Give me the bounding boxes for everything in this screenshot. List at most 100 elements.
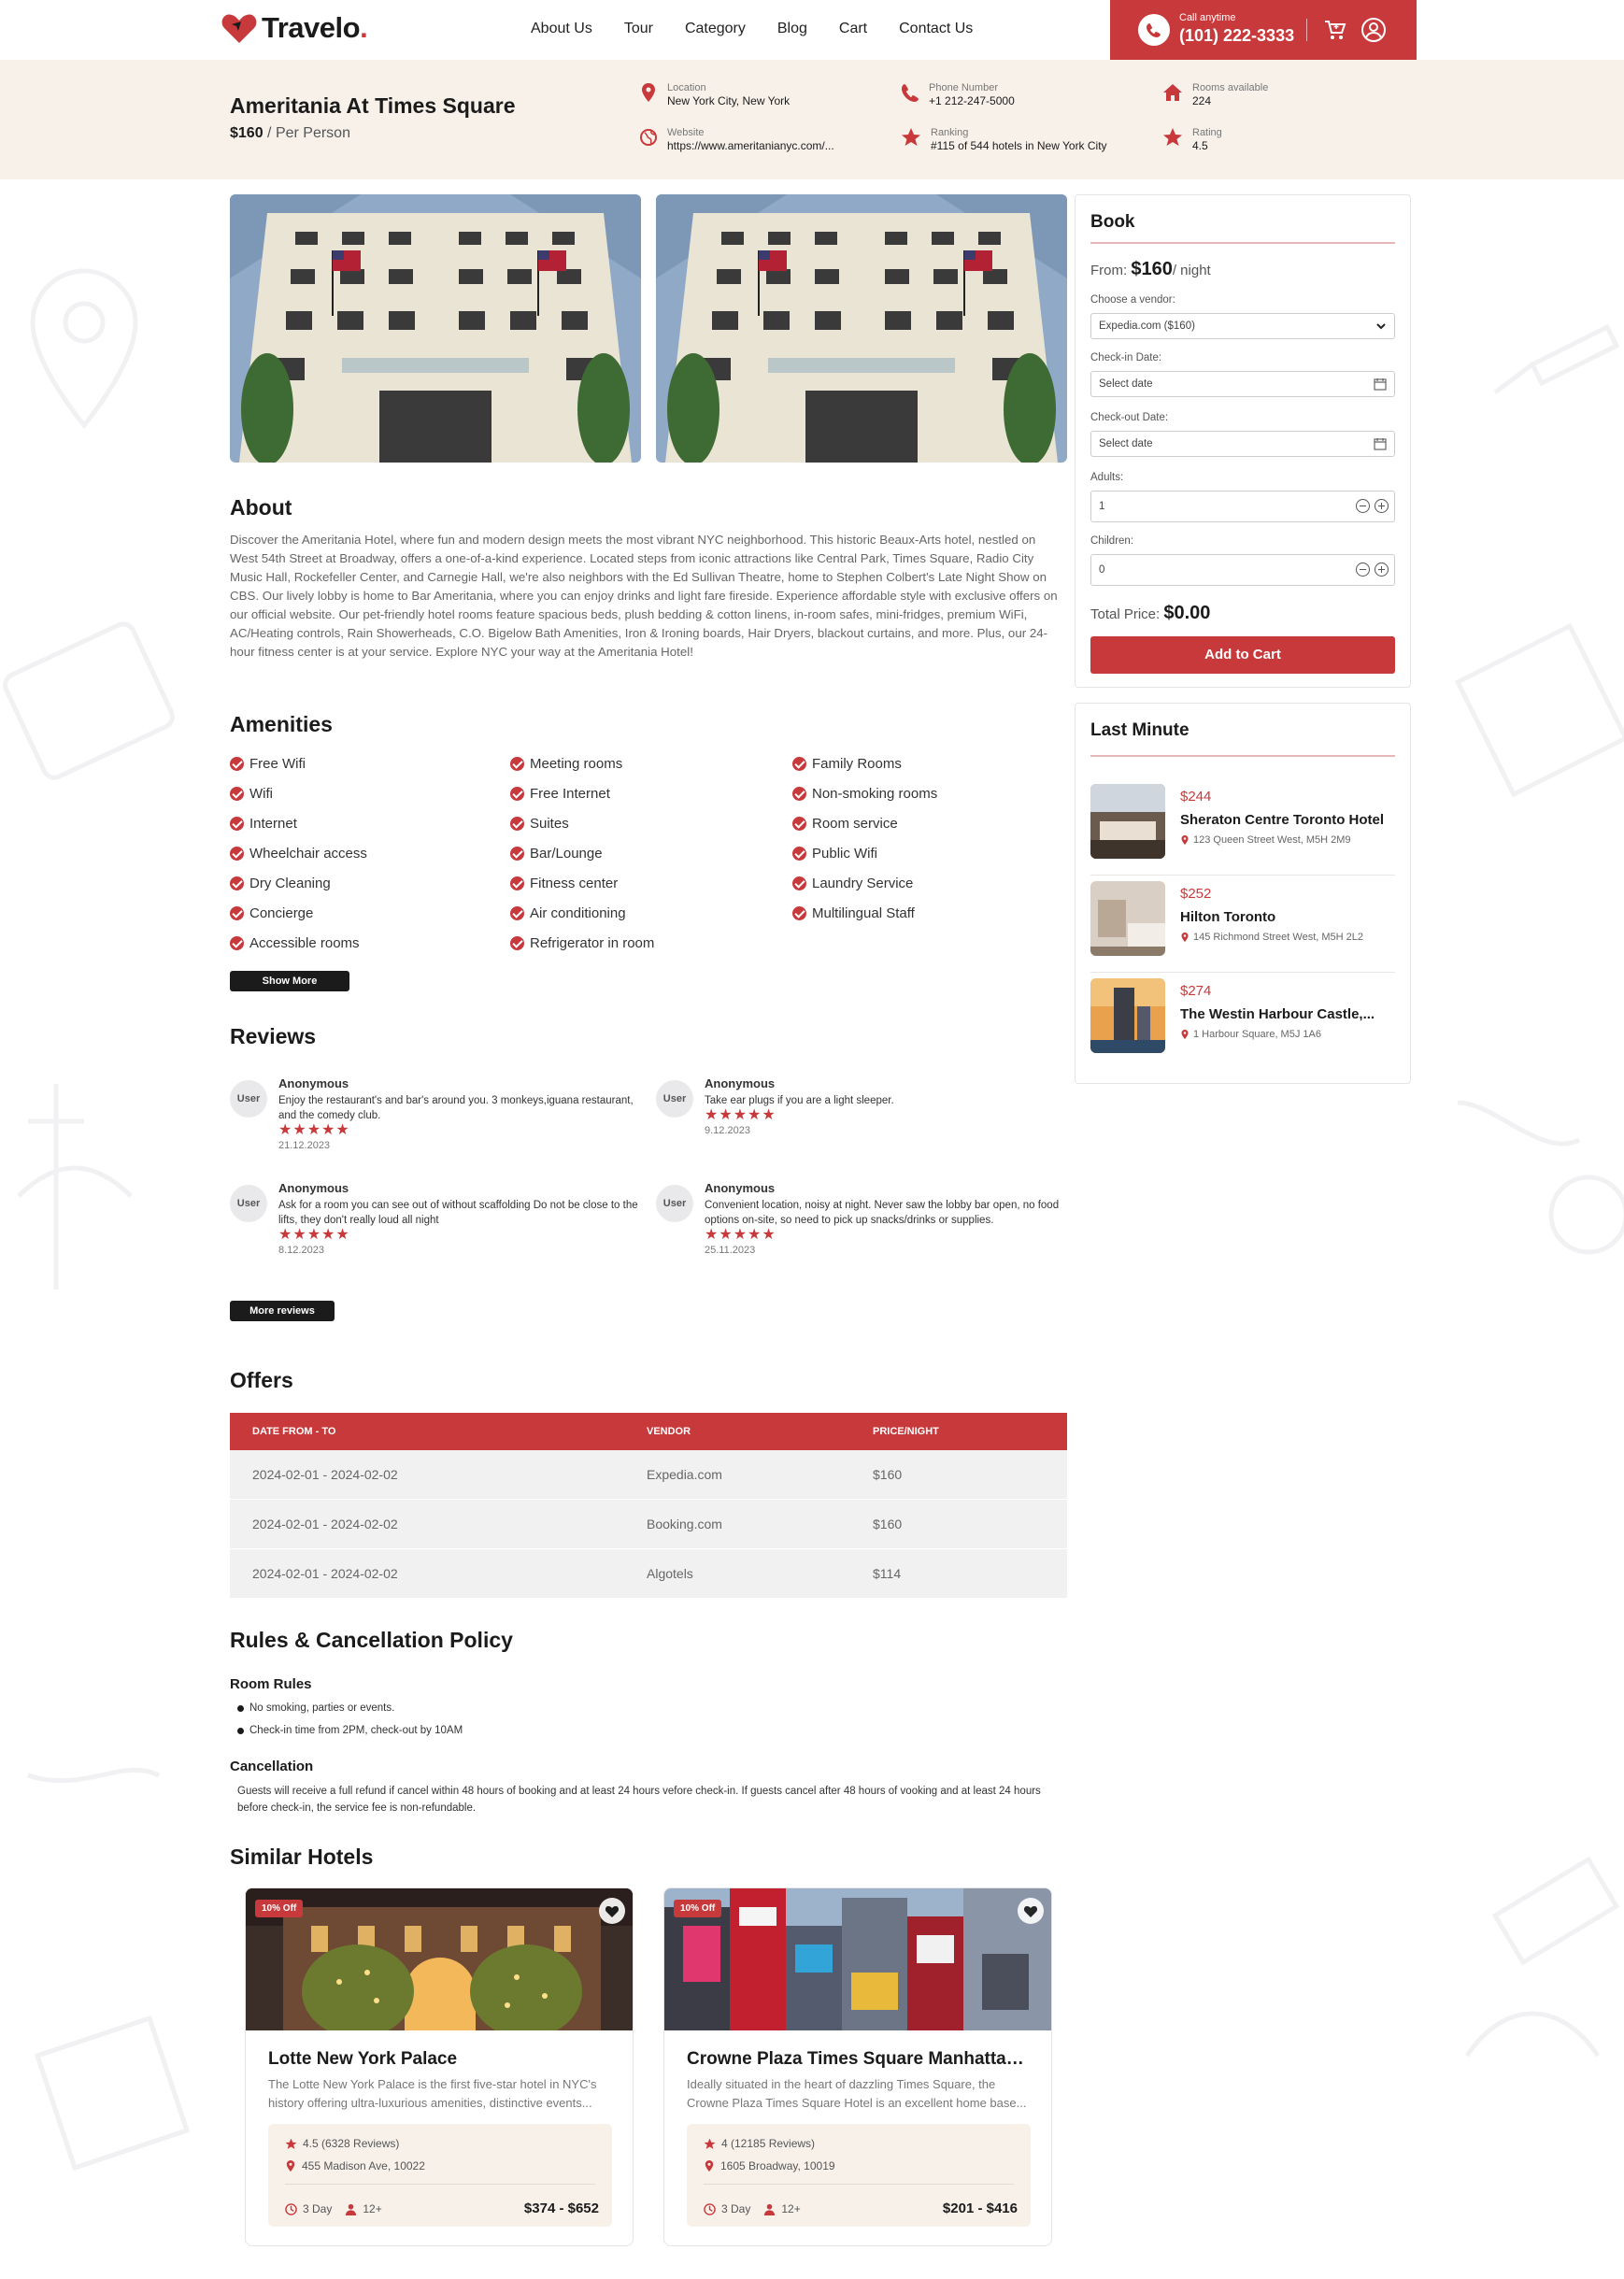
check-circle-icon: [510, 787, 524, 801]
call-label: Call anytime: [1179, 12, 1236, 23]
minus-icon[interactable]: [1355, 499, 1370, 514]
nav-cart[interactable]: Cart: [839, 21, 867, 37]
vendor-select[interactable]: Expedia.com ($160): [1090, 313, 1395, 339]
hotel-photo[interactable]: [656, 194, 1067, 463]
star-icon: [1163, 128, 1182, 146]
hotel-card-address: 1605 Broadway, 10019: [704, 2159, 835, 2172]
hotel-card-address: 455 Madison Ave, 10022: [285, 2159, 425, 2172]
divider: [1090, 875, 1395, 876]
column-header: DATE FROM - TO: [252, 1426, 336, 1437]
amenity-label: Meeting rooms: [530, 756, 623, 772]
rating-stars: ★★★★★: [705, 1107, 776, 1123]
amenity-item: Wheelchair access: [230, 846, 367, 862]
review-date: 8.12.2023: [278, 1245, 324, 1256]
main-nav: About Us Tour Category Blog Cart Contact…: [531, 21, 973, 37]
divider: [1090, 242, 1395, 244]
item-price: $274: [1180, 983, 1212, 999]
checkin-label: Check-in Date:: [1090, 352, 1162, 363]
hotel-card[interactable]: 10% Off Lotte New York Palace The Lotte …: [245, 1887, 634, 2246]
offers-table: DATE FROM - TO VENDOR PRICE/NIGHT 2024-0…: [230, 1413, 1067, 1599]
show-more-button[interactable]: Show More: [230, 971, 349, 991]
nav-about-us[interactable]: About Us: [531, 21, 592, 37]
last-minute-item[interactable]: $244 Sheraton Centre Toronto Hotel 123 Q…: [1090, 784, 1395, 876]
amenity-label: Internet: [249, 816, 297, 832]
adults-stepper[interactable]: 1: [1090, 491, 1395, 522]
checkout-date-input[interactable]: Select date: [1090, 431, 1395, 457]
check-circle-icon: [230, 876, 244, 890]
hotel-card-title[interactable]: Crowne Plaza Times Square Manhattan,...: [687, 2049, 1033, 2070]
book-heading: Book: [1090, 212, 1135, 232]
checkin-date-input[interactable]: Select date: [1090, 371, 1395, 397]
review-text: Enjoy the restaurant's and bar's around …: [278, 1093, 643, 1153]
adults-label: Adults:: [1090, 472, 1124, 483]
table-row[interactable]: 2024-02-01 - 2024-02-02 Algotels $114: [230, 1549, 1067, 1599]
check-circle-icon: [230, 847, 244, 861]
reviewer-name: Anonymous: [278, 1181, 349, 1195]
hotel-card-duration: 3 Day 12+: [285, 2202, 382, 2215]
check-circle-icon: [510, 817, 524, 831]
amenity-label: Suites: [530, 816, 569, 832]
column-header: VENDOR: [647, 1426, 691, 1437]
add-to-cart-button[interactable]: Add to Cart: [1090, 636, 1395, 674]
last-minute-item[interactable]: $252 Hilton Toronto 145 Richmond Street …: [1090, 881, 1395, 973]
review-date: 25.11.2023: [705, 1245, 756, 1256]
reviewer-name: Anonymous: [705, 1181, 776, 1195]
item-name[interactable]: Hilton Toronto: [1180, 909, 1390, 925]
plus-icon[interactable]: [1375, 499, 1389, 514]
table-row[interactable]: 2024-02-01 - 2024-02-02 Expedia.com $160: [230, 1450, 1067, 1500]
hotel-thumbnail: [1090, 881, 1165, 956]
amenity-label: Bar/Lounge: [530, 846, 603, 862]
last-minute-item[interactable]: $274 The Westin Harbour Castle,... 1 Har…: [1090, 978, 1395, 1070]
hotel-thumbnail: [1090, 978, 1165, 1053]
star-icon: [704, 2138, 716, 2149]
calendar-icon[interactable]: [1374, 377, 1387, 391]
favorite-heart-icon[interactable]: [1018, 1898, 1044, 1924]
hotel-photo[interactable]: [230, 194, 641, 463]
check-circle-icon: [792, 817, 806, 831]
item-name[interactable]: The Westin Harbour Castle,...: [1180, 1006, 1390, 1022]
clock-icon: [704, 2202, 716, 2215]
user-account-icon[interactable]: [1360, 17, 1387, 43]
amenity-label: Free Wifi: [249, 756, 306, 772]
nav-contact-us[interactable]: Contact Us: [899, 21, 973, 37]
logo[interactable]: Travelo.: [221, 11, 368, 45]
check-circle-icon: [792, 787, 806, 801]
check-circle-icon: [792, 906, 806, 920]
check-circle-icon: [230, 757, 244, 771]
cart-icon[interactable]: [1323, 18, 1347, 42]
hotel-card-duration: 3 Day 12+: [704, 2202, 801, 2215]
hotel-card-title[interactable]: Lotte New York Palace: [268, 2049, 614, 2070]
booking-widget: Book From: $160/ night Choose a vendor: …: [1075, 194, 1411, 688]
minus-icon[interactable]: [1355, 563, 1370, 577]
vendor-label: Choose a vendor:: [1090, 294, 1175, 306]
from-price: From: $160/ night: [1090, 259, 1211, 279]
nav-category[interactable]: Category: [685, 21, 746, 37]
more-reviews-button[interactable]: More reviews: [230, 1301, 335, 1321]
cancellation-title: Cancellation: [230, 1759, 314, 1774]
hotel-price: $160 / Per Person: [230, 125, 350, 141]
hotel-card[interactable]: 10% Off Crowne Plaza Times Square Manhat…: [663, 1887, 1052, 2246]
children-stepper[interactable]: 0: [1090, 554, 1395, 586]
divider: [704, 2184, 1014, 2185]
amenity-label: Room service: [812, 816, 898, 832]
plus-icon[interactable]: [1375, 563, 1389, 577]
amenity-label: Accessible rooms: [249, 935, 360, 951]
calendar-icon[interactable]: [1374, 437, 1387, 450]
checkout-label: Check-out Date:: [1090, 412, 1169, 423]
check-circle-icon: [792, 757, 806, 771]
website-link[interactable]: https://www.ameritanianyc.com/...: [667, 139, 834, 153]
favorite-heart-icon[interactable]: [599, 1898, 625, 1924]
divider: [1306, 19, 1307, 41]
amenity-item: Free Internet: [510, 786, 610, 802]
amenity-item: Multilingual Staff: [792, 905, 915, 921]
rules-heading: Rules & Cancellation Policy: [230, 1628, 513, 1652]
table-row[interactable]: 2024-02-01 - 2024-02-02 Booking.com $160: [230, 1500, 1067, 1549]
amenity-item: Bar/Lounge: [510, 846, 603, 862]
item-name[interactable]: Sheraton Centre Toronto Hotel: [1180, 812, 1390, 828]
avatar: User: [230, 1185, 267, 1222]
review-item: User Anonymous Ask for a room you can se…: [230, 1181, 641, 1275]
heart-logo-icon: [221, 14, 257, 43]
call-number[interactable]: (101) 222-3333: [1179, 26, 1294, 46]
nav-blog[interactable]: Blog: [777, 21, 807, 37]
nav-tour[interactable]: Tour: [624, 21, 653, 37]
